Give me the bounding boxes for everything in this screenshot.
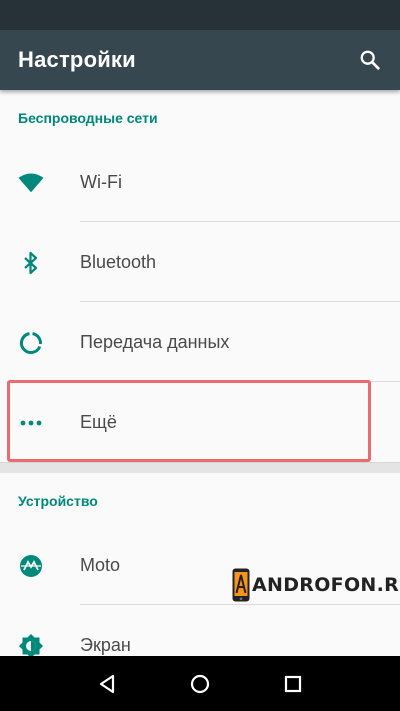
search-button[interactable]: [354, 44, 386, 76]
app-bar: Настройки: [0, 30, 400, 90]
settings-item-display[interactable]: Экран: [0, 605, 400, 656]
section-divider: [0, 462, 400, 473]
navigation-bar: [0, 656, 400, 711]
settings-item-wifi[interactable]: Wi-Fi: [0, 142, 400, 222]
section-header-wireless: Беспроводные сети: [18, 110, 158, 126]
settings-item-label: Экран: [80, 635, 131, 655]
bluetooth-icon: [18, 250, 44, 276]
recents-button[interactable]: [278, 669, 308, 699]
settings-item-data-usage[interactable]: Передача данных: [0, 302, 400, 382]
wifi-icon: [18, 170, 44, 196]
status-bar: [0, 0, 400, 30]
back-button[interactable]: [92, 669, 122, 699]
page-title: Настройки: [18, 47, 136, 72]
recents-icon: [285, 675, 302, 692]
watermark-text: ANDROFON.RU: [252, 574, 400, 596]
data-usage-icon: [18, 330, 44, 356]
settings-item-bluetooth[interactable]: Bluetooth: [0, 222, 400, 302]
section-header-device: Устройство: [18, 493, 98, 509]
brightness-icon: [18, 633, 44, 656]
highlight-frame: [7, 380, 371, 462]
androfon-logo: [232, 568, 250, 602]
watermark: ANDROFON.RU: [232, 568, 400, 602]
settings-item-label: Bluetooth: [80, 252, 157, 272]
home-icon: [190, 674, 210, 693]
section-device: Устройство Moto Экран: [0, 473, 400, 656]
home-button[interactable]: [185, 669, 215, 699]
settings-item-label: Wi-Fi: [80, 172, 122, 192]
settings-item-label: Передача данных: [80, 332, 230, 352]
settings-item-label: Moto: [80, 555, 121, 575]
moto-icon: [18, 553, 44, 579]
back-icon: [99, 674, 114, 693]
search-icon: [360, 50, 380, 70]
